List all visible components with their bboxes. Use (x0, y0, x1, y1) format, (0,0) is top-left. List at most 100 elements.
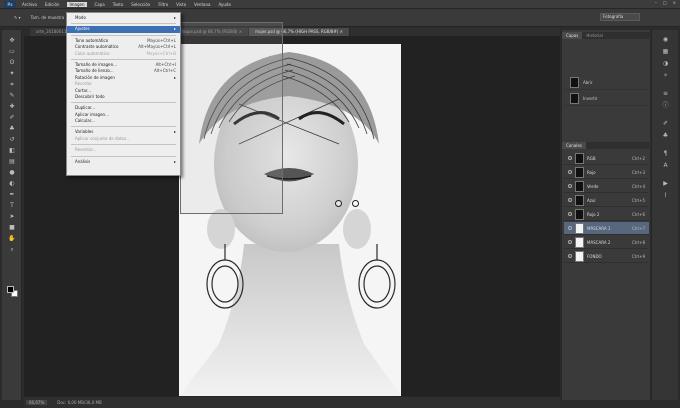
marquee-tool-icon[interactable]: ▭ (6, 47, 18, 56)
eyedropper-tool-icon[interactable]: ✎ ▾ (14, 15, 21, 20)
tab-historial[interactable]: Historial (582, 32, 607, 39)
menu-item-calcular[interactable]: Calcular... (67, 118, 180, 124)
hand-tool-icon[interactable]: ✋ (6, 234, 18, 243)
tab-canales[interactable]: Canales (562, 142, 586, 149)
control-point-handle[interactable] (335, 200, 342, 207)
info-panel-icon[interactable]: ⓘ (660, 102, 671, 110)
menu-separator (71, 102, 176, 104)
blur-tool-icon[interactable]: ● (6, 168, 18, 177)
visibility-eye-icon[interactable] (568, 212, 572, 216)
channel-name: Rojo 2 (587, 211, 600, 217)
menu-archivo[interactable]: Archivo (22, 2, 37, 7)
actions-panel-icon[interactable]: ▶ (660, 180, 671, 188)
channel-name: Azul (587, 197, 596, 203)
styles-panel-icon[interactable]: ✧ (660, 72, 671, 80)
menu-ventana[interactable]: Ventana (194, 2, 210, 7)
swatches-panel-icon[interactable]: ▦ (660, 48, 671, 56)
visibility-eye-icon[interactable] (568, 226, 572, 230)
crop-tool-icon[interactable]: ⌗ (6, 80, 18, 89)
pen-tool-icon[interactable]: ✒ (6, 190, 18, 199)
clone-source-icon[interactable]: ♣ (660, 132, 671, 140)
dodge-tool-icon[interactable]: ◐ (6, 179, 18, 188)
shape-tool-icon[interactable]: ■ (6, 223, 18, 232)
menu-item-ajustes[interactable]: Ajustes ▸ (67, 26, 180, 33)
menu-item-descubrir-todo[interactable]: Descubrir todo (67, 94, 180, 100)
adjustments-panel-icon[interactable]: ◑ (660, 60, 671, 68)
channel-name: RGB (587, 155, 596, 161)
menu-bar: Ps Archivo Edición Imagen Capa Texto Sel… (0, 0, 680, 9)
move-tool-icon[interactable]: ✥ (6, 36, 18, 45)
healing-brush-icon[interactable]: ✚ (6, 102, 18, 111)
path-select-icon[interactable]: ➤ (6, 212, 18, 221)
history-row[interactable]: Abrir (564, 76, 649, 90)
menu-item-label: Calcular... (75, 118, 95, 124)
menu-imagen[interactable]: Imagen (67, 1, 87, 7)
history-row[interactable]: Invertir (564, 92, 649, 106)
history-label: Invertir (583, 96, 598, 101)
properties-panel-icon[interactable]: ≡ (660, 90, 671, 98)
brush-panel-icon[interactable]: ✐ (660, 120, 671, 128)
menu-edicion[interactable]: Edición (45, 2, 59, 7)
visibility-eye-icon[interactable] (568, 156, 572, 160)
option-sample-size[interactable]: Tam. de muestra (31, 15, 65, 20)
paths-panel-icon[interactable]: ⌇ (660, 192, 671, 200)
visibility-eye-icon[interactable] (568, 184, 572, 188)
channel-shortcut: Ctrl+5 (631, 197, 645, 203)
visibility-eye-icon[interactable] (568, 198, 572, 202)
channel-row-azul[interactable]: Azul Ctrl+5 (564, 194, 649, 207)
menu-separator (71, 34, 176, 36)
paragraph-panel-icon[interactable]: ¶ (660, 150, 671, 158)
menu-item-label: Ajustes (75, 26, 90, 32)
channel-row-fondo[interactable]: FONDO Ctrl+9 (564, 250, 649, 263)
channel-row-rojo-2[interactable]: Rojo 2 Ctrl+6 (564, 208, 649, 221)
menu-capa[interactable]: Capa (95, 2, 105, 7)
channel-row-verde[interactable]: Verde Ctrl+4 (564, 180, 649, 193)
menu-item-reventar: Reventar... (67, 147, 180, 153)
history-brush-icon[interactable]: ↺ (6, 135, 18, 144)
menu-item-label: Descubrir todo (75, 93, 105, 99)
menu-item-analisis[interactable]: Análisis ▸ (67, 159, 180, 165)
channel-row-rojo[interactable]: Rojo Ctrl+3 (564, 166, 649, 179)
zoom-level[interactable]: 66,67% (26, 400, 48, 405)
history-thumbnail (570, 77, 579, 88)
visibility-eye-icon[interactable] (568, 254, 572, 258)
submenu-arrow-icon: ▸ (173, 158, 176, 164)
zoom-tool-icon[interactable]: ⌕ (6, 245, 18, 254)
quick-select-tool-icon[interactable]: ✦ (6, 69, 18, 78)
lasso-tool-icon[interactable]: ʘ (6, 58, 18, 67)
workspace-select[interactable]: Fotografía (600, 13, 640, 21)
channels-panel-tabs: Canales (562, 142, 651, 149)
minimize-icon[interactable]: – (655, 0, 657, 5)
color-panel-icon[interactable]: ◉ (660, 36, 671, 44)
visibility-eye-icon[interactable] (568, 170, 572, 174)
clone-stamp-icon[interactable]: ♣ (6, 124, 18, 133)
menu-vista[interactable]: Vista (176, 2, 186, 7)
channel-row-mascara-1[interactable]: MÁSCARA 1 Ctrl+7 (564, 222, 649, 235)
channel-shortcut: Ctrl+6 (631, 211, 645, 217)
brush-tool-icon[interactable]: ✐ (6, 113, 18, 122)
control-point-handle[interactable] (352, 200, 359, 207)
channel-row-mascara-2[interactable]: MÁSCARA 2 Ctrl+8 (564, 236, 649, 249)
channel-shortcut: Ctrl+2 (631, 155, 645, 161)
menu-item-modo[interactable]: Modo ▸ (67, 15, 180, 21)
tab-capas[interactable]: Capas (562, 32, 583, 39)
visibility-eye-icon[interactable] (568, 240, 572, 244)
character-panel-icon[interactable]: A (660, 162, 671, 170)
channel-thumbnail (575, 152, 584, 164)
maximize-icon[interactable]: □ (663, 0, 667, 5)
type-tool-icon[interactable]: T (6, 201, 18, 210)
foreground-color-swatch[interactable] (7, 286, 14, 293)
channel-row-rgb[interactable]: RGB Ctrl+2 (564, 152, 649, 165)
menu-ayuda[interactable]: Ayuda (218, 2, 230, 7)
channel-name: MÁSCARA 2 (587, 239, 611, 245)
menu-seleccion[interactable]: Selección (131, 2, 150, 7)
close-icon[interactable]: × (673, 0, 676, 5)
menu-separator (71, 144, 176, 146)
eyedropper-icon[interactable]: ✎ (6, 91, 18, 100)
menu-filtro[interactable]: Filtro (158, 2, 168, 7)
document-size[interactable]: Doc: 6,00 MB/36,0 MB (57, 400, 101, 405)
eraser-tool-icon[interactable]: ◧ (6, 146, 18, 155)
marquee-selection[interactable] (180, 22, 283, 214)
menu-texto[interactable]: Texto (113, 2, 124, 7)
gradient-tool-icon[interactable]: ▤ (6, 157, 18, 166)
